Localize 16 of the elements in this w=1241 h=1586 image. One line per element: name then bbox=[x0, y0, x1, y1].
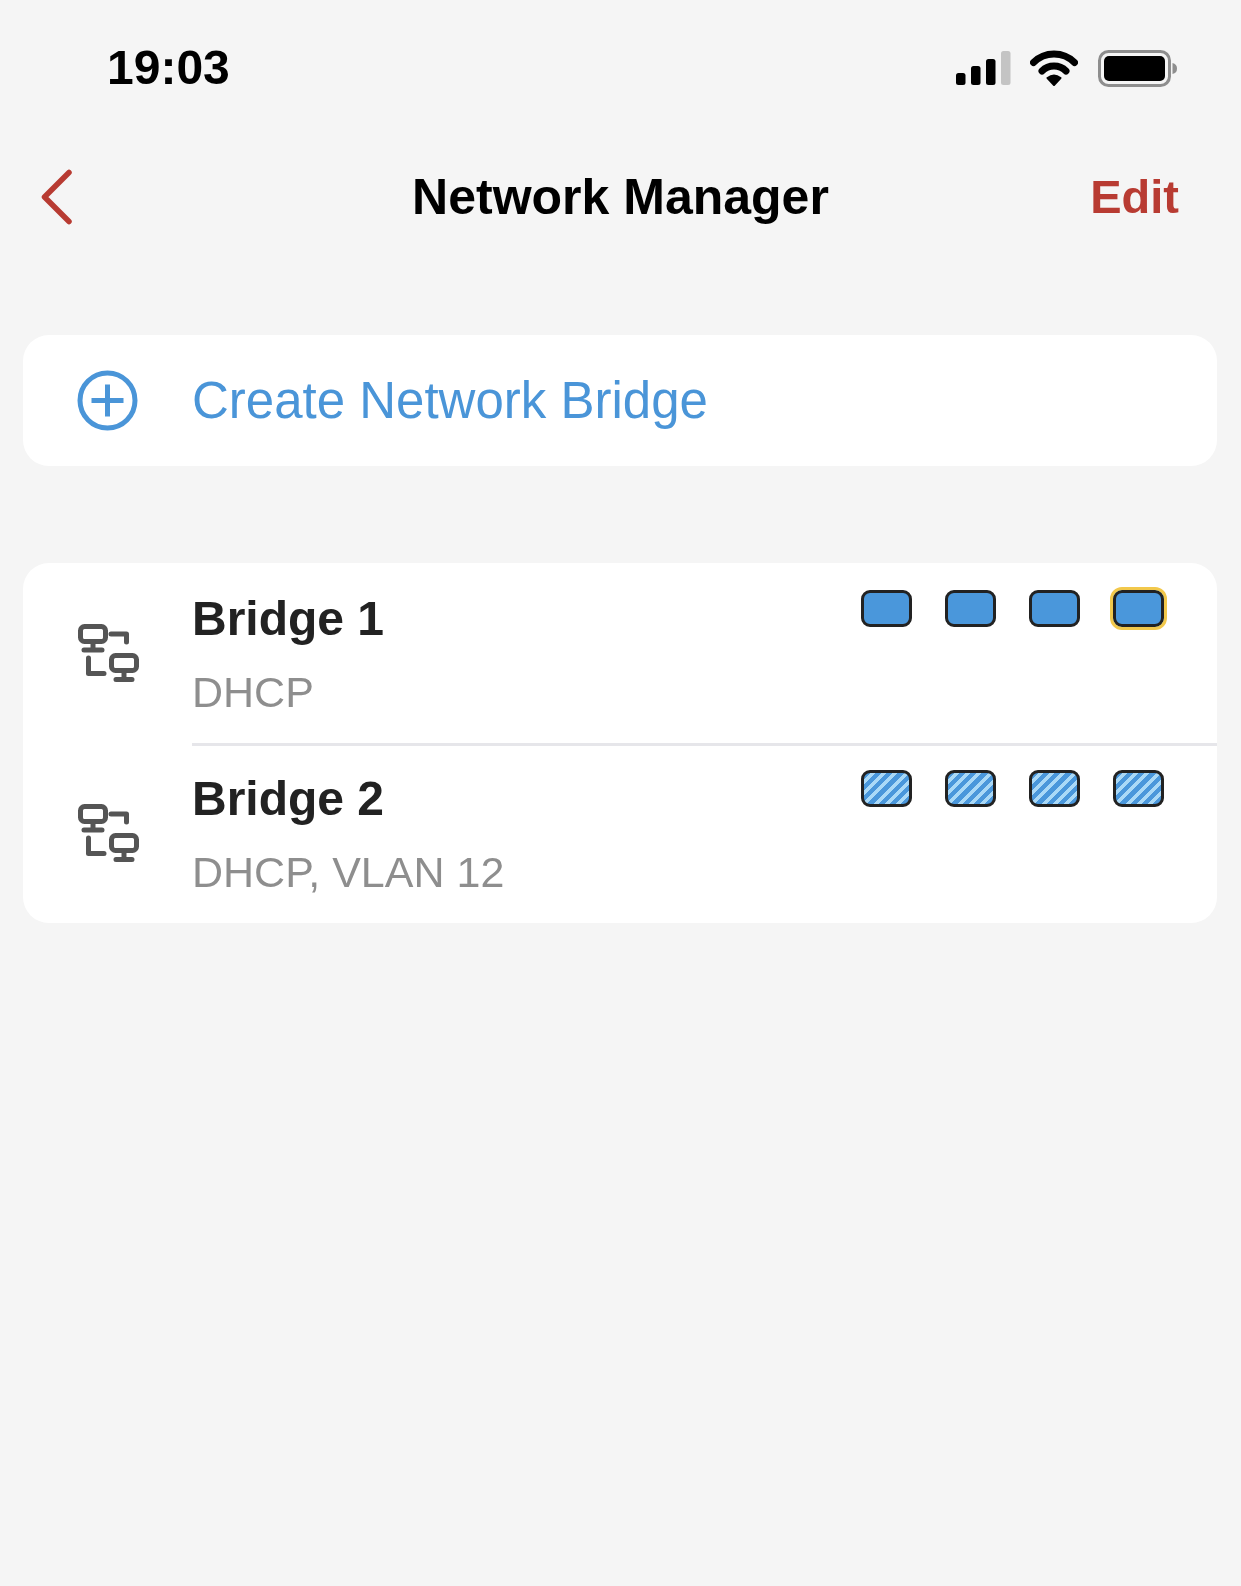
bridge-detail: DHCP, VLAN 12 bbox=[192, 846, 505, 898]
edit-button[interactable]: Edit bbox=[1090, 169, 1179, 224]
network-icon bbox=[78, 623, 139, 683]
screen-title: Network Manager bbox=[412, 168, 829, 226]
signal-icon bbox=[956, 51, 1011, 85]
chevron-left-icon bbox=[40, 169, 73, 225]
bridge-detail: DHCP bbox=[192, 666, 314, 718]
battery-icon bbox=[1098, 49, 1177, 87]
plus-circle-icon bbox=[77, 370, 138, 431]
network-icon bbox=[78, 803, 139, 863]
back-button[interactable] bbox=[40, 169, 73, 225]
bridge-name: Bridge 2 bbox=[192, 771, 385, 828]
create-bridge-button[interactable]: Create Network Bridge bbox=[23, 335, 1217, 466]
bridge-name: Bridge 1 bbox=[192, 591, 385, 647]
status-time: 19:03 bbox=[107, 40, 230, 96]
wifi-icon bbox=[1030, 50, 1078, 86]
